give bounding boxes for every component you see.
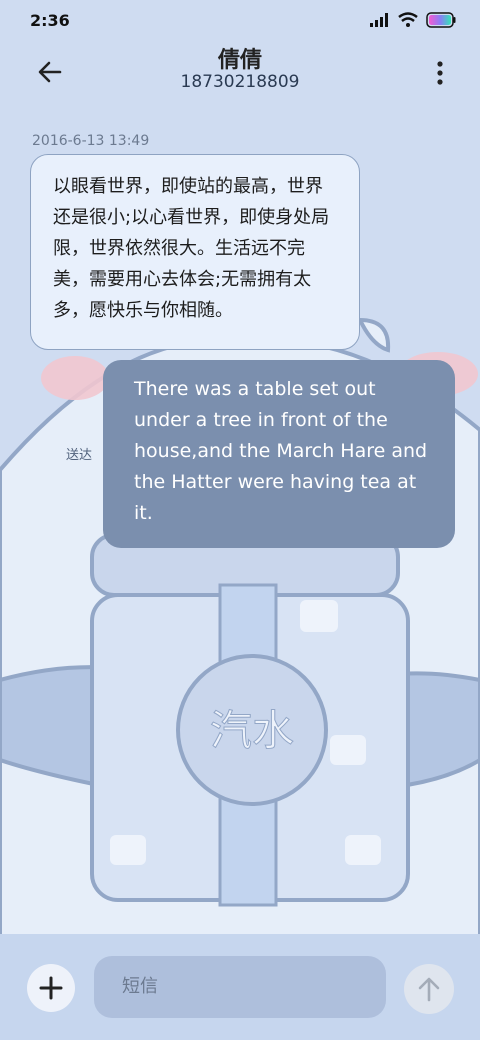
signal-icon bbox=[370, 13, 388, 27]
add-attachment-button[interactable] bbox=[27, 964, 75, 1012]
incoming-message-bubble[interactable]: 以眼看世界，即使站的最高，世界还是很小;以心看世界，即使身处局限，世界依然很大。… bbox=[30, 154, 360, 350]
status-bar: 2:36 bbox=[0, 0, 480, 40]
conversation-header: 倩倩 18730218809 bbox=[0, 40, 480, 106]
battery-icon bbox=[426, 12, 456, 28]
message-timestamp: 2016-6-13 13:49 bbox=[32, 133, 150, 149]
outgoing-message-text: There was a table set out under a tree i… bbox=[134, 378, 428, 524]
incoming-message-text: 以眼看世界，即使站的最高，世界还是很小;以心看世界，即使身处局限，世界依然很大。… bbox=[53, 176, 330, 321]
contact-number: 18730218809 bbox=[180, 72, 300, 92]
wallpaper-emblem-text: 汽水 bbox=[210, 706, 294, 755]
contact-name: 倩倩 bbox=[217, 48, 262, 73]
message-composer: 短信 bbox=[0, 934, 480, 1040]
send-button[interactable] bbox=[404, 964, 454, 1014]
plus-icon bbox=[39, 976, 63, 1000]
status-icons bbox=[370, 12, 456, 28]
wifi-icon bbox=[398, 12, 418, 27]
send-arrow-icon bbox=[418, 977, 440, 1002]
status-time: 2:36 bbox=[30, 11, 70, 30]
more-options-icon[interactable] bbox=[434, 58, 446, 88]
outgoing-message-bubble[interactable]: There was a table set out under a tree i… bbox=[103, 360, 455, 548]
sent-status: 送达 bbox=[66, 448, 93, 463]
sms-input[interactable]: 短信 bbox=[94, 956, 386, 1018]
